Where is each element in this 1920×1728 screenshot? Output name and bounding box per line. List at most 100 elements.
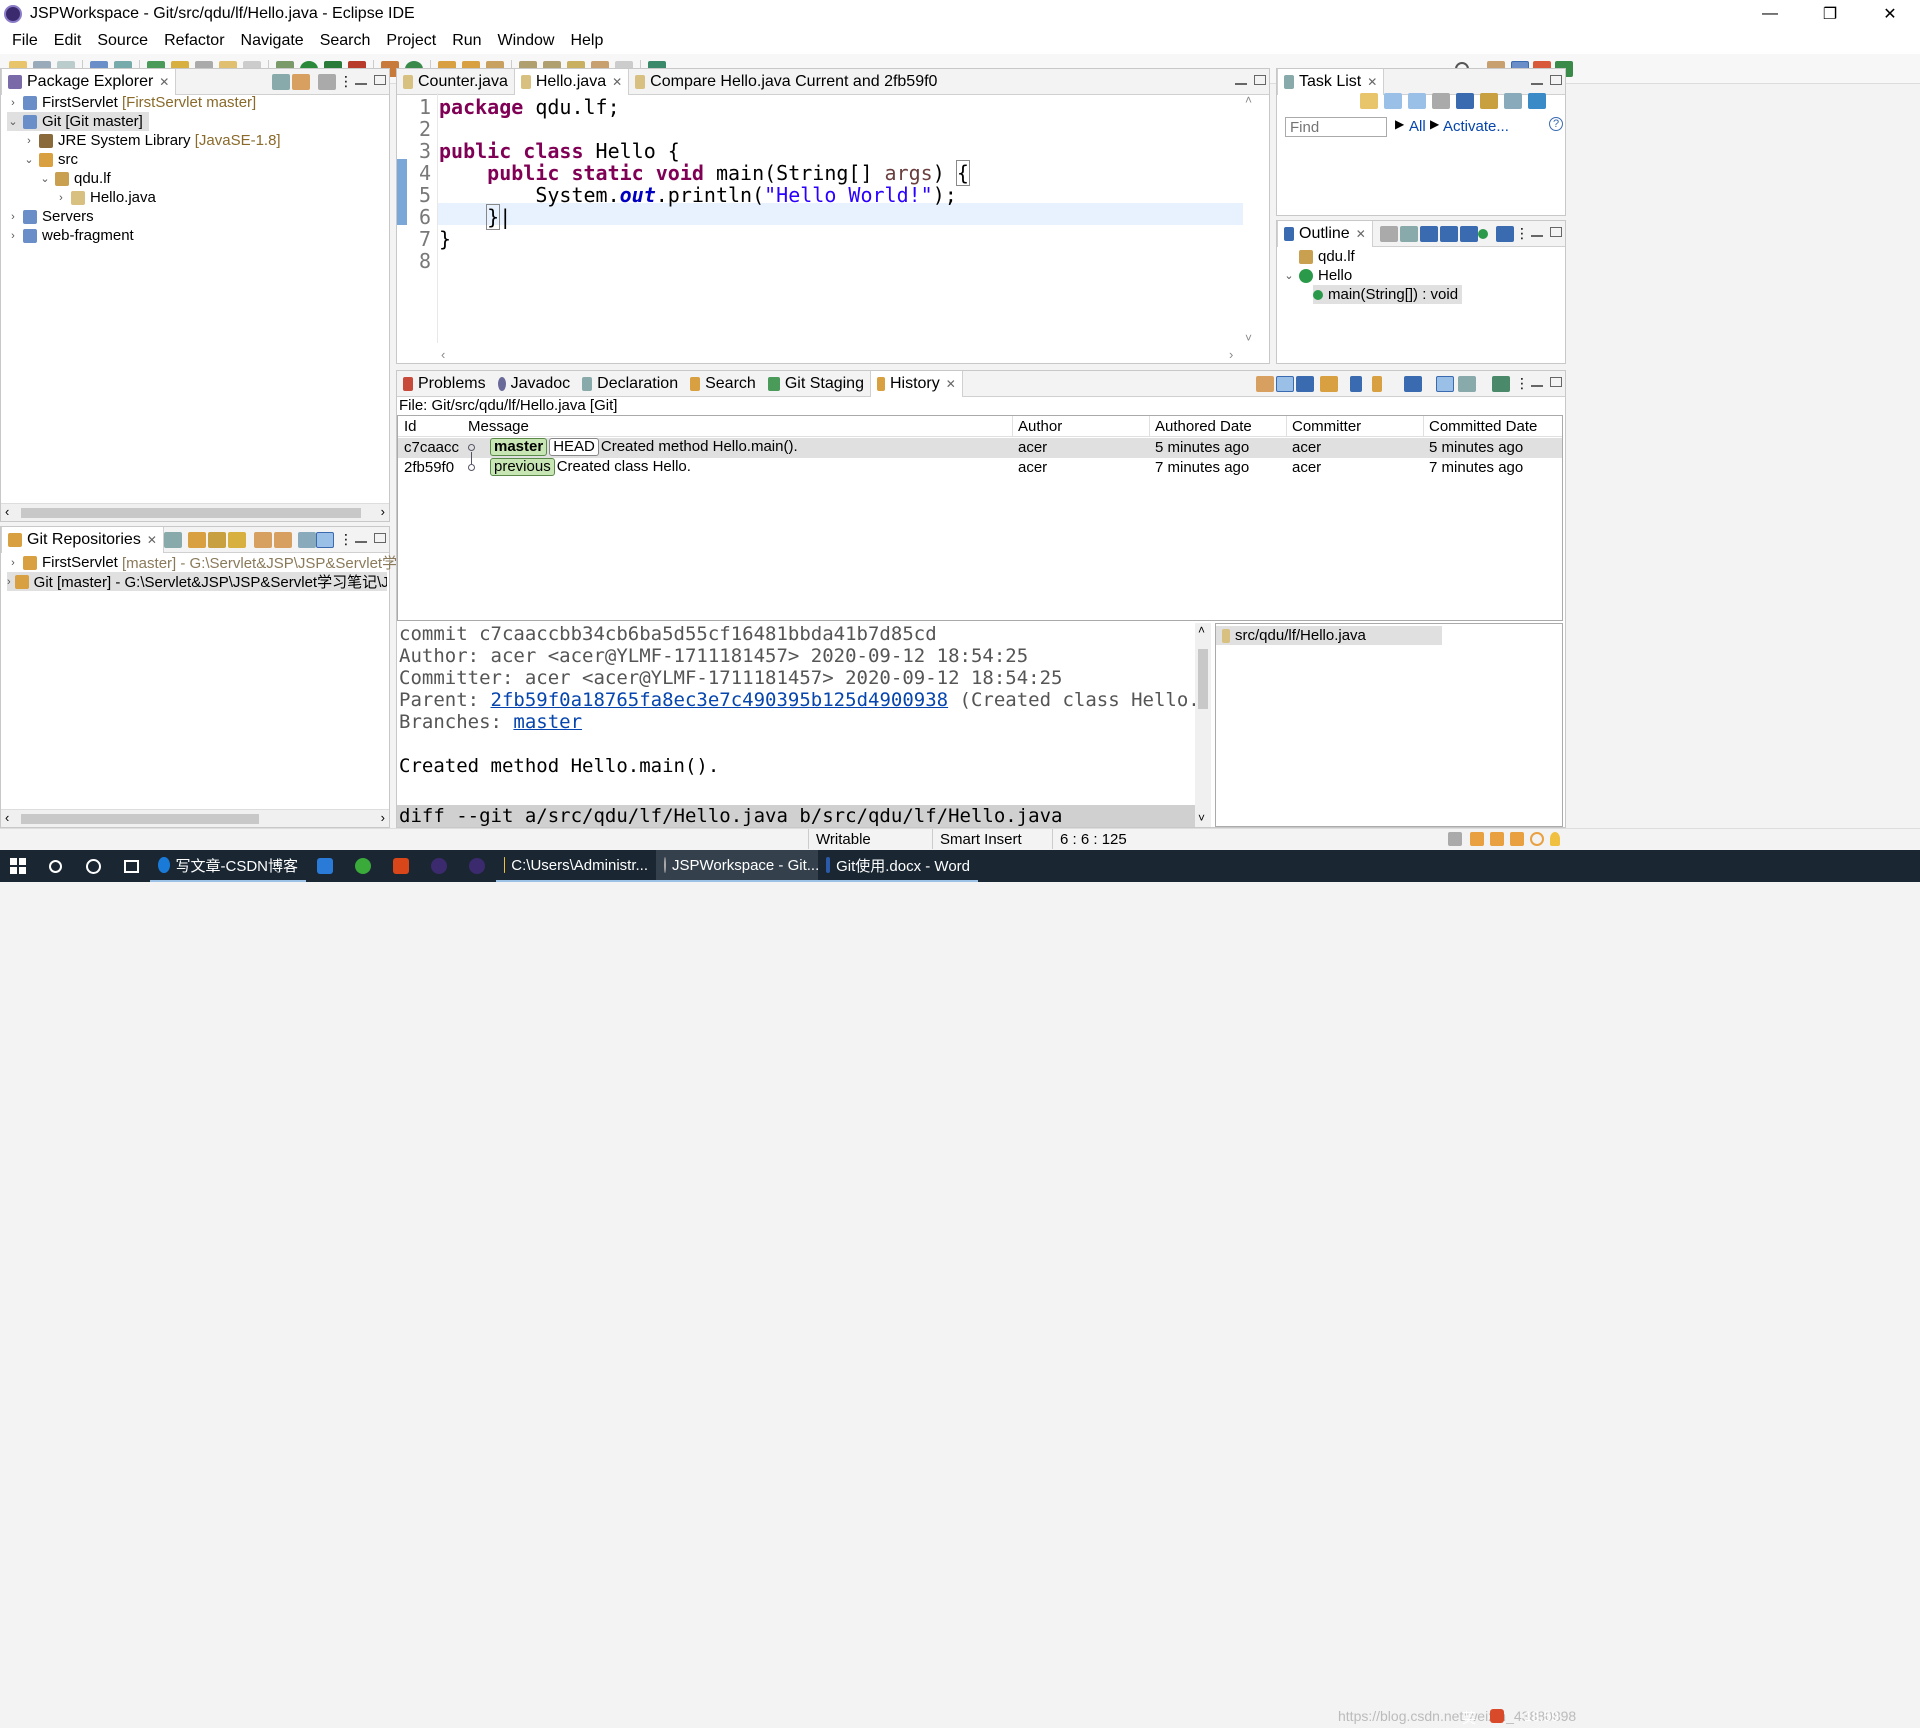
tab-search[interactable]: Search [684, 371, 762, 397]
show-all-icon[interactable] [1436, 375, 1454, 392]
chevron-right-icon[interactable]: › [7, 576, 11, 588]
menu-window[interactable]: Window [490, 32, 563, 50]
tree-item-hello-java[interactable]: › Hello.java [55, 188, 156, 207]
hide-local-icon[interactable] [1496, 225, 1514, 242]
compare-mode-icon[interactable] [1320, 375, 1338, 392]
tab-task-list[interactable]: Task List ✕ [1277, 68, 1385, 95]
tip-icon[interactable] [1550, 832, 1560, 846]
chevron-right-icon[interactable]: › [7, 211, 19, 223]
changed-file-item[interactable]: src/qdu/lf/Hello.java [1216, 626, 1442, 645]
minimize-view-icon[interactable] [1531, 227, 1543, 237]
view-menu-icon[interactable]: ⋮ [339, 73, 353, 90]
close-icon[interactable]: ✕ [1367, 75, 1377, 89]
menu-edit[interactable]: Edit [46, 32, 90, 50]
chevron-right-icon[interactable]: › [7, 230, 19, 242]
find-icon[interactable] [1350, 375, 1362, 392]
quick-diff-icon[interactable] [1492, 375, 1510, 392]
clone-repo-icon[interactable] [208, 531, 226, 548]
chevron-right-icon[interactable]: › [7, 97, 19, 109]
refresh-icon[interactable] [254, 531, 272, 548]
maximize-view-icon[interactable] [1550, 227, 1562, 237]
taskbar-office[interactable] [382, 850, 420, 882]
chevron-right-icon[interactable]: › [7, 557, 19, 569]
outline-item-package[interactable]: qdu.lf [1299, 247, 1355, 266]
vertical-scrollbar[interactable]: ˄ ˅ [1195, 623, 1211, 827]
find-input[interactable] [1285, 117, 1387, 137]
repo-item-firstservlet[interactable]: › FirstServlet [master] - G:\Servlet&JSP… [7, 553, 446, 572]
col-authored-date[interactable]: Authored Date [1155, 418, 1252, 435]
col-id[interactable]: Id [404, 418, 417, 435]
maximize-view-icon[interactable] [374, 533, 386, 543]
col-message[interactable]: Message [468, 418, 529, 435]
outline-item-class[interactable]: ⌄ Hello [1283, 266, 1352, 285]
tab-git-staging[interactable]: Git Staging [762, 371, 870, 397]
scroll-up-icon[interactable]: ˄ [1245, 93, 1252, 107]
menu-navigate[interactable]: Navigate [233, 32, 312, 50]
minimize-button[interactable]: — [1740, 0, 1800, 28]
code-area[interactable]: 1 2 3 4 5 6 7 8 package qdu.lf; public c… [397, 93, 1247, 333]
sync-icon[interactable] [1504, 93, 1522, 109]
repo-item-git[interactable]: › Git [master] - G:\Servlet&JSP\JSP&Serv… [7, 572, 387, 591]
focus-icon[interactable] [1380, 225, 1398, 242]
tab-counter-java[interactable]: Counter.java [397, 69, 514, 95]
collapse-all-icon[interactable] [272, 73, 290, 90]
menu-refactor[interactable]: Refactor [156, 32, 232, 50]
tree-item-git-project[interactable]: ⌄ Git [Git master] [7, 112, 149, 131]
parent-commit-link[interactable]: 2fb59f0a18765fa8ec3e7c490395b125d4900938 [491, 689, 949, 711]
collapse-icon[interactable] [1456, 93, 1474, 109]
taskbar-item-browser[interactable]: 写文章-CSDN博客 [150, 850, 306, 882]
chevron-down-icon[interactable]: ⌄ [39, 172, 51, 185]
outline-item-method[interactable]: main(String[]) : void [1313, 285, 1463, 304]
cortana-button[interactable] [74, 850, 112, 882]
start-button[interactable] [0, 850, 36, 882]
chevron-down-icon[interactable]: ⌄ [7, 115, 19, 128]
taskbar-eclipse-1[interactable] [420, 850, 458, 882]
taskbar-item-explorer[interactable]: C:\Users\Administr... [496, 850, 656, 882]
maximize-view-icon[interactable] [1550, 75, 1562, 85]
hide-non-public-icon[interactable] [1478, 228, 1488, 239]
close-button[interactable]: ✕ [1860, 0, 1920, 28]
repo-icon[interactable] [1528, 93, 1546, 109]
help-icon[interactable]: ? [1549, 117, 1563, 131]
text-icon[interactable] [316, 531, 334, 548]
chevron-down-icon[interactable]: ⌄ [1283, 269, 1295, 282]
commit-detail[interactable]: commit c7caaccbb34cb6ba5d55cf16481bbda41… [397, 623, 1211, 827]
activate-link[interactable]: Activate... [1443, 118, 1509, 135]
scroll-right-icon[interactable]: › [1229, 347, 1233, 362]
scheduled-icon[interactable] [1408, 93, 1426, 109]
link-editor-icon[interactable] [292, 73, 310, 90]
view-menu-icon[interactable]: ⋮ [1515, 225, 1529, 242]
taskbar-eclipse-2[interactable] [458, 850, 496, 882]
link-icon[interactable] [1276, 375, 1294, 392]
close-icon[interactable]: ✕ [946, 377, 956, 391]
menu-file[interactable]: File [4, 32, 46, 50]
hierarchy-icon[interactable] [298, 531, 316, 548]
task-view-button[interactable] [112, 850, 150, 882]
scroll-left-icon[interactable]: ‹ [441, 347, 445, 362]
chevron-right-icon[interactable]: › [55, 192, 67, 204]
refresh-icon[interactable] [1256, 375, 1274, 392]
taskbar-item-word[interactable]: Git使用.docx - Word [818, 850, 978, 882]
tree-item-jre[interactable]: › JRE System Library [JavaSE-1.8] [23, 131, 280, 150]
maximize-view-icon[interactable] [1254, 75, 1266, 85]
menu-search[interactable]: Search [312, 32, 379, 50]
tab-package-explorer[interactable]: Package Explorer ✕ [1, 68, 177, 95]
close-icon[interactable]: ✕ [159, 75, 169, 89]
add-repo-icon[interactable] [188, 531, 206, 548]
scroll-down-icon[interactable]: ˅ [1245, 331, 1252, 345]
show-branches-icon[interactable] [1372, 375, 1382, 392]
tab-history[interactable]: History ✕ [869, 370, 963, 397]
taskbar-wechat[interactable] [344, 850, 382, 882]
tree-item-package[interactable]: ⌄ qdu.lf [39, 169, 110, 188]
minimize-view-icon[interactable] [1235, 75, 1247, 85]
col-author[interactable]: Author [1018, 418, 1062, 435]
view-menu-icon[interactable]: ⋮ [339, 531, 353, 548]
notifications-icon[interactable] [1470, 832, 1484, 846]
col-committed-date[interactable]: Committed Date [1429, 418, 1537, 435]
view-menu-icon[interactable]: ⋮ [1515, 375, 1529, 392]
taskbar-item-eclipse[interactable]: JSPWorkspace - Git... [656, 850, 819, 882]
tree-icon[interactable] [1458, 375, 1476, 392]
tab-problems[interactable]: Problems [397, 371, 492, 397]
table-row[interactable]: c7caacc master HEAD Created method Hello.m… [398, 438, 1562, 458]
minimize-view-icon[interactable] [1531, 377, 1543, 387]
